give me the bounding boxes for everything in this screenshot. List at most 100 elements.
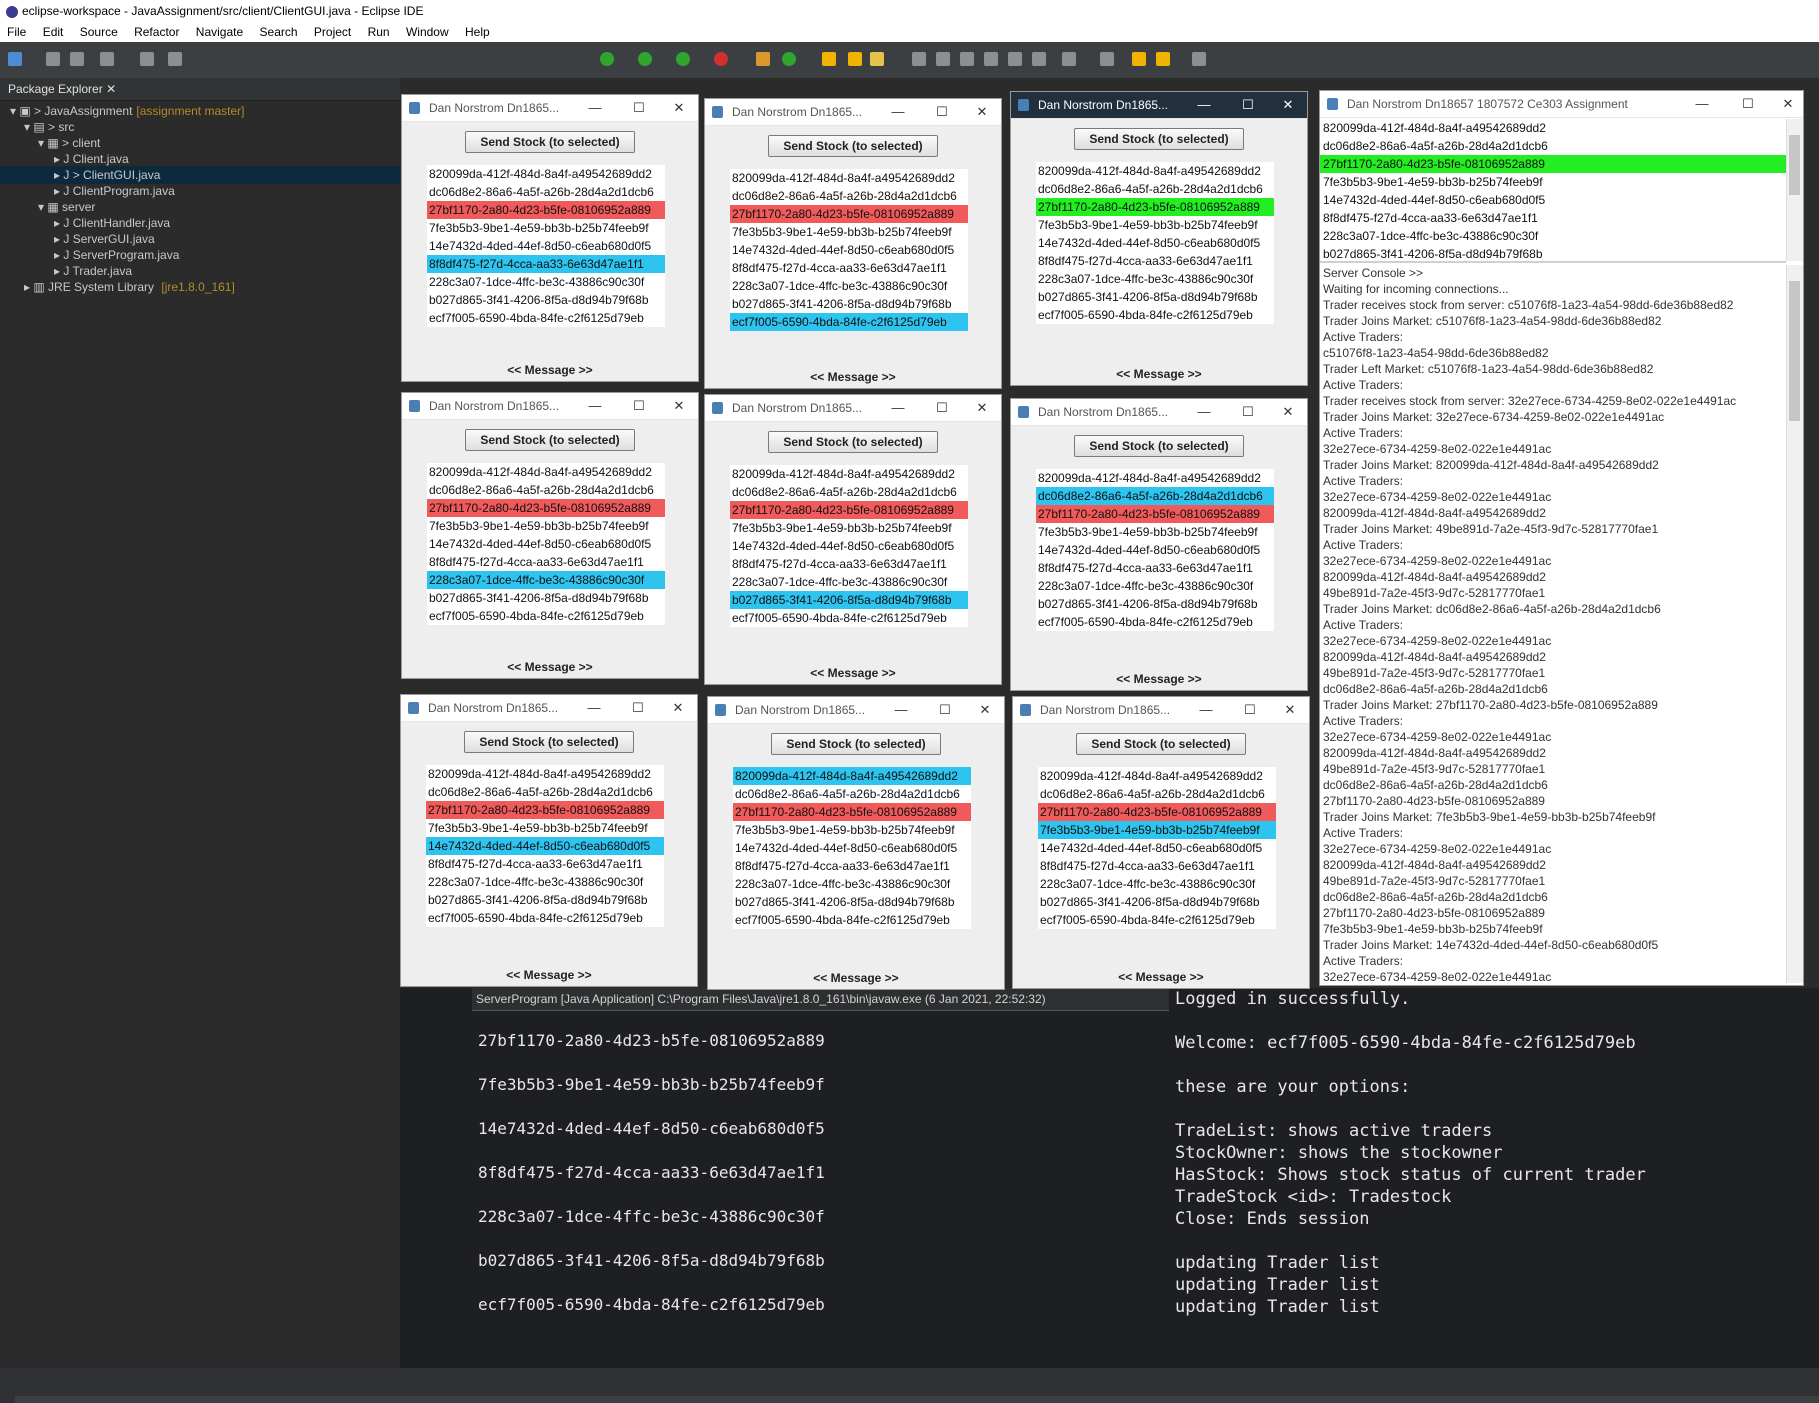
trader-list-item[interactable]: 820099da-412f-484d-8a4f-a49542689dd2 xyxy=(1038,767,1276,785)
trader-list-item[interactable]: 8f8df475-f27d-4cca-aa33-6e63d47ae1f1 xyxy=(730,555,968,573)
tree-item-jre[interactable]: ▸ ▥ JRE System Library [jre1.8.0_161] xyxy=(24,278,235,296)
trader-list-item[interactable]: 7fe3b5b3-9be1-4e59-bb3b-b25b74feeb9f xyxy=(426,819,664,837)
menu-help[interactable]: Help xyxy=(465,25,490,39)
server-list-item[interactable]: 14e7432d-4ded-44ef-8d50-c6eab680d0f5 xyxy=(1320,191,1786,209)
trader-list-item[interactable]: 27bf1170-2a80-4d23-b5fe-08106952a889 xyxy=(733,803,971,821)
trader-list-item[interactable]: 228c3a07-1dce-4ffc-be3c-43886c90c30f xyxy=(427,571,665,589)
menu-file[interactable]: File xyxy=(7,25,26,39)
trader-list-item[interactable]: 14e7432d-4ded-44ef-8d50-c6eab680d0f5 xyxy=(1038,839,1276,857)
close-icon[interactable]: ✕ xyxy=(1273,92,1303,118)
maximize-icon[interactable]: ☐ xyxy=(927,395,957,421)
forward-arrow-icon[interactable] xyxy=(1192,52,1206,66)
trader-list[interactable]: 820099da-412f-484d-8a4f-a49542689dd2 dc06… xyxy=(1036,162,1274,324)
client-window-titlebar[interactable]: Dan Norstrom Dn1865... — ☐ ✕ xyxy=(1011,399,1307,426)
coverage-icon[interactable] xyxy=(676,52,690,66)
trader-list-item[interactable]: dc06d8e2-86a6-4a5f-a26b-28d4a2d1dcb6 xyxy=(1036,487,1274,505)
trader-list-item[interactable]: 7fe3b5b3-9be1-4e59-bb3b-b25b74feeb9f xyxy=(1038,821,1276,839)
trader-list-item[interactable]: ecf7f005-6590-4bda-84fe-c2f6125d79eb xyxy=(733,911,971,929)
trader-list-item[interactable]: ecf7f005-6590-4bda-84fe-c2f6125d79eb xyxy=(427,607,665,625)
close-icon[interactable]: ✕ xyxy=(1275,697,1305,723)
previous-annotation-icon[interactable] xyxy=(1100,52,1114,66)
trader-list-item[interactable]: 14e7432d-4ded-44ef-8d50-c6eab680d0f5 xyxy=(1036,541,1274,559)
close-icon[interactable]: ✕ xyxy=(1773,91,1803,117)
trader-list-item[interactable]: 820099da-412f-484d-8a4f-a49542689dd2 xyxy=(730,465,968,483)
menu-source[interactable]: Source xyxy=(80,25,118,39)
server-list-scrollbar[interactable] xyxy=(1786,119,1803,261)
trader-list[interactable]: 820099da-412f-484d-8a4f-a49542689dd2 dc06… xyxy=(426,765,664,927)
trader-list-item[interactable]: 8f8df475-f27d-4cca-aa33-6e63d47ae1f1 xyxy=(427,255,665,273)
client-window[interactable]: Dan Norstrom Dn1865... — ☐ ✕ Send Stock (to … xyxy=(707,696,1005,990)
trader-list-item[interactable]: 27bf1170-2a80-4d23-b5fe-08106952a889 xyxy=(1036,505,1274,523)
send-stock-button[interactable]: Send Stock (to selected) xyxy=(465,429,635,451)
trader-list-item[interactable]: 820099da-412f-484d-8a4f-a49542689dd2 xyxy=(730,169,968,187)
trader-list-item[interactable]: 8f8df475-f27d-4cca-aa33-6e63d47ae1f1 xyxy=(1036,252,1274,270)
minimize-icon[interactable]: — xyxy=(580,393,610,419)
maximize-icon[interactable]: ☐ xyxy=(624,393,654,419)
client-window-titlebar[interactable]: Dan Norstrom Dn1865... — ☐ ✕ xyxy=(1013,697,1309,724)
menu-run[interactable]: Run xyxy=(368,25,390,39)
trader-list-item[interactable]: 228c3a07-1dce-4ffc-be3c-43886c90c30f xyxy=(427,273,665,291)
minimize-icon[interactable]: — xyxy=(1189,92,1219,118)
trader-list-item[interactable]: 8f8df475-f27d-4cca-aa33-6e63d47ae1f1 xyxy=(1036,559,1274,577)
maximize-icon[interactable]: ☐ xyxy=(1733,91,1763,117)
trader-list-item[interactable]: 820099da-412f-484d-8a4f-a49542689dd2 xyxy=(426,765,664,783)
trader-list-item[interactable]: 228c3a07-1dce-4ffc-be3c-43886c90c30f xyxy=(730,277,968,295)
trader-list-item[interactable]: dc06d8e2-86a6-4a5f-a26b-28d4a2d1dcb6 xyxy=(730,187,968,205)
trader-list-item[interactable]: b027d865-3f41-4206-8f5a-d8d94b79f68b xyxy=(427,589,665,607)
menu-window[interactable]: Window xyxy=(406,25,449,39)
trader-list-item[interactable]: 14e7432d-4ded-44ef-8d50-c6eab680d0f5 xyxy=(426,837,664,855)
maximize-icon[interactable]: ☐ xyxy=(1233,399,1263,425)
trader-list-item[interactable]: 820099da-412f-484d-8a4f-a49542689dd2 xyxy=(1036,162,1274,180)
client-terminal[interactable]: Logged in successfully. Welcome: ecf7f00… xyxy=(1172,988,1819,1368)
menu-refactor[interactable]: Refactor xyxy=(134,25,179,39)
trader-list-item[interactable]: dc06d8e2-86a6-4a5f-a26b-28d4a2d1dcb6 xyxy=(426,783,664,801)
client-window[interactable]: Dan Norstrom Dn1865... — ☐ ✕ Send Stock (to … xyxy=(401,94,699,382)
trader-list-item[interactable]: ecf7f005-6590-4bda-84fe-c2f6125d79eb xyxy=(1038,911,1276,929)
trader-list[interactable]: 820099da-412f-484d-8a4f-a49542689dd2 dc06… xyxy=(730,169,968,331)
trader-list-item[interactable]: 8f8df475-f27d-4cca-aa33-6e63d47ae1f1 xyxy=(733,857,971,875)
trader-list-item[interactable]: 27bf1170-2a80-4d23-b5fe-08106952a889 xyxy=(1038,803,1276,821)
client-window-titlebar[interactable]: Dan Norstrom Dn1865... — ☐ ✕ xyxy=(1011,92,1307,119)
last-edit-icon[interactable] xyxy=(1132,52,1146,66)
menu-edit[interactable]: Edit xyxy=(43,25,64,39)
trader-list-item[interactable]: ecf7f005-6590-4bda-84fe-c2f6125d79eb xyxy=(426,909,664,927)
show-whitespace-icon[interactable] xyxy=(1008,52,1022,66)
word-wrap-icon[interactable] xyxy=(984,52,998,66)
trader-list-item[interactable]: 7fe3b5b3-9be1-4e59-bb3b-b25b74feeb9f xyxy=(1036,216,1274,234)
trader-list[interactable]: 820099da-412f-484d-8a4f-a49542689dd2 dc06… xyxy=(1038,767,1276,929)
trader-list-item[interactable]: ecf7f005-6590-4bda-84fe-c2f6125d79eb xyxy=(730,609,968,627)
trader-list-item[interactable]: b027d865-3f41-4206-8f5a-d8d94b79f68b xyxy=(426,891,664,909)
close-icon[interactable]: ✕ xyxy=(664,95,694,121)
client-window-titlebar[interactable]: Dan Norstrom Dn1865... — ☐ ✕ xyxy=(708,697,1004,724)
trader-list-item[interactable]: 820099da-412f-484d-8a4f-a49542689dd2 xyxy=(427,463,665,481)
run-icon[interactable] xyxy=(638,52,652,66)
trader-list-item[interactable]: 27bf1170-2a80-4d23-b5fe-08106952a889 xyxy=(427,499,665,517)
close-icon[interactable]: ✕ xyxy=(967,395,997,421)
new-java-project-icon[interactable] xyxy=(756,52,770,66)
client-window-titlebar[interactable]: Dan Norstrom Dn1865... — ☐ ✕ xyxy=(401,695,697,722)
trader-list-item[interactable]: 7fe3b5b3-9be1-4e59-bb3b-b25b74feeb9f xyxy=(730,519,968,537)
server-list-item[interactable]: 8f8df475-f27d-4cca-aa33-6e63d47ae1f1 xyxy=(1320,209,1786,227)
trader-list-item[interactable]: 14e7432d-4ded-44ef-8d50-c6eab680d0f5 xyxy=(427,237,665,255)
trader-list-item[interactable]: 820099da-412f-484d-8a4f-a49542689dd2 xyxy=(733,767,971,785)
client-window[interactable]: Dan Norstrom Dn1865... — ☐ ✕ Send Stock (to … xyxy=(704,98,1002,389)
trader-list-item[interactable]: 14e7432d-4ded-44ef-8d50-c6eab680d0f5 xyxy=(427,535,665,553)
trader-list-item[interactable]: 228c3a07-1dce-4ffc-be3c-43886c90c30f xyxy=(1036,270,1274,288)
send-stock-button[interactable]: Send Stock (to selected) xyxy=(465,131,635,153)
client-window[interactable]: Dan Norstrom Dn1865... — ☐ ✕ Send Stock (to … xyxy=(1010,91,1308,386)
trader-list-item[interactable]: dc06d8e2-86a6-4a5f-a26b-28d4a2d1dcb6 xyxy=(1038,785,1276,803)
client-window[interactable]: Dan Norstrom Dn1865... — ☐ ✕ Send Stock (to … xyxy=(400,694,698,987)
send-stock-button[interactable]: Send Stock (to selected) xyxy=(771,733,941,755)
new-class-icon[interactable] xyxy=(782,52,796,66)
trader-list-item[interactable]: dc06d8e2-86a6-4a5f-a26b-28d4a2d1dcb6 xyxy=(733,785,971,803)
client-window[interactable]: Dan Norstrom Dn1865... — ☐ ✕ Send Stock (to … xyxy=(401,392,699,679)
send-stock-button[interactable]: Send Stock (to selected) xyxy=(768,135,938,157)
new-icon[interactable] xyxy=(8,52,22,66)
trader-list-item[interactable]: 228c3a07-1dce-4ffc-be3c-43886c90c30f xyxy=(730,573,968,591)
server-console-scrollbar[interactable] xyxy=(1786,265,1803,983)
trader-list-item[interactable]: b027d865-3f41-4206-8f5a-d8d94b79f68b xyxy=(730,591,968,609)
trader-list-item[interactable]: 7fe3b5b3-9be1-4e59-bb3b-b25b74feeb9f xyxy=(733,821,971,839)
maximize-icon[interactable]: ☐ xyxy=(930,697,960,723)
minimize-icon[interactable]: — xyxy=(886,697,916,723)
toggle-mark-icon[interactable] xyxy=(912,52,926,66)
